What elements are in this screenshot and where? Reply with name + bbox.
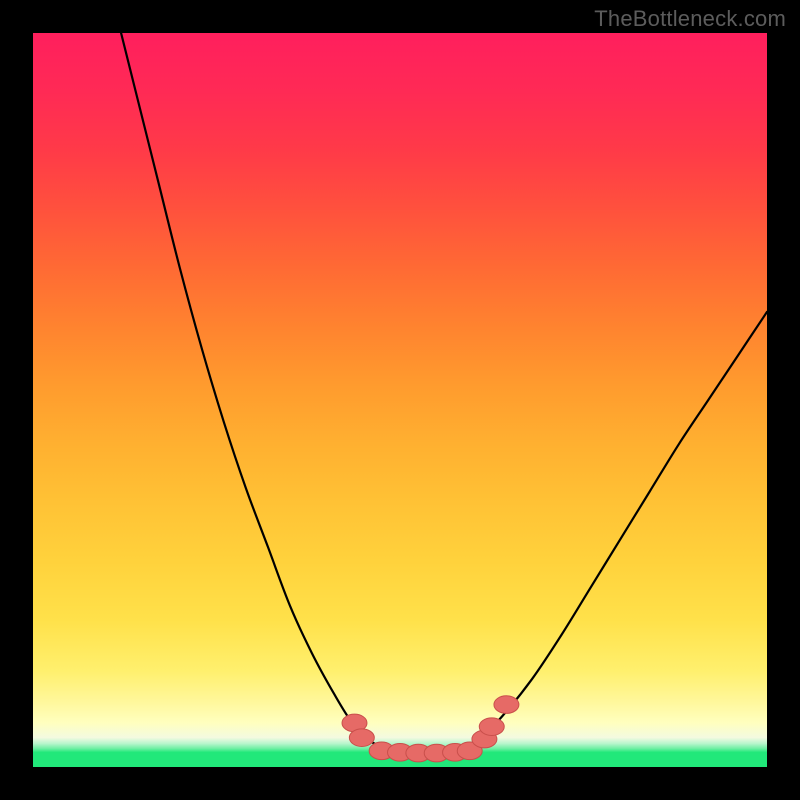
chart-frame: TheBottleneck.com [0, 0, 800, 800]
v-curve [121, 33, 767, 753]
valley-marker [479, 718, 504, 736]
valley-marker [494, 696, 519, 714]
valley-marker [349, 729, 374, 747]
plot-area [33, 33, 767, 767]
chart-svg [33, 33, 767, 767]
valley-markers [342, 696, 519, 762]
watermark-text: TheBottleneck.com [594, 6, 786, 32]
